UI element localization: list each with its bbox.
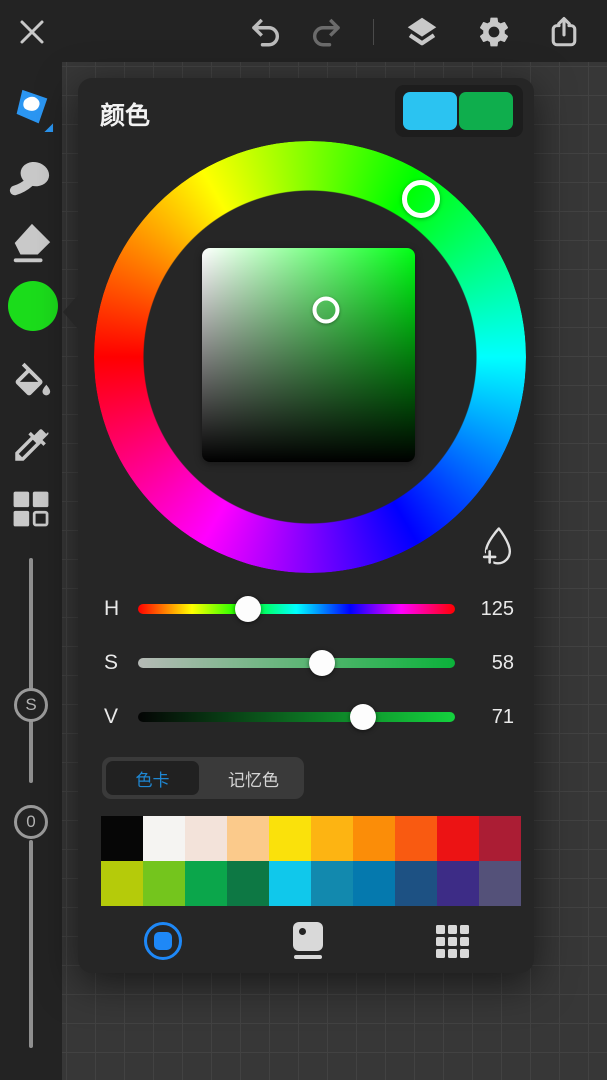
palette-swatch[interactable]: [101, 861, 143, 906]
card-mode-icon: [293, 922, 323, 960]
undo-icon: [252, 18, 279, 47]
tool-fill-bucket[interactable]: [8, 357, 54, 403]
saturation-value-square[interactable]: [202, 248, 415, 462]
share-button[interactable]: [546, 14, 582, 50]
add-color-button[interactable]: [474, 522, 520, 568]
recent-colors: [395, 85, 523, 137]
brush-icon: [16, 89, 54, 133]
layers-button[interactable]: [404, 14, 440, 50]
palette-swatch[interactable]: [185, 816, 227, 861]
tool-swatch-grid[interactable]: [8, 486, 54, 532]
redo-button[interactable]: [308, 14, 344, 50]
palette-swatch[interactable]: [311, 816, 353, 861]
tool-eyedropper[interactable]: [8, 422, 54, 468]
hsv-slider-knob[interactable]: [350, 704, 377, 730]
saturation-value-knob[interactable]: [312, 296, 340, 324]
recent-color-swatch[interactable]: [459, 92, 513, 130]
smudge-icon: [9, 161, 50, 196]
palette-swatch[interactable]: [143, 861, 185, 906]
gear-icon: [479, 17, 509, 47]
tool-current-color[interactable]: [8, 281, 58, 331]
hsv-slider-row: S 58: [98, 636, 516, 690]
mode-grid-button[interactable]: [427, 916, 477, 966]
size-slider-handle[interactable]: S: [14, 688, 48, 722]
tool-brush[interactable]: [8, 87, 54, 133]
droplet-plus-icon: [482, 527, 512, 565]
panel-pointer-arrow: [63, 295, 78, 329]
tab-inactive[interactable]: 记忆色: [207, 761, 300, 795]
tool-smudge[interactable]: [8, 154, 54, 200]
recent-color-swatch[interactable]: [403, 92, 457, 130]
hsv-slider-knob[interactable]: [308, 650, 335, 676]
hsv-slider-label: V: [104, 705, 119, 728]
eraser-icon: [13, 223, 51, 263]
hsv-slider-label: S: [104, 651, 119, 674]
opacity-slider-track[interactable]: [29, 840, 33, 1048]
fill-bucket-icon: [15, 362, 51, 396]
redo-icon: [313, 18, 340, 47]
tab-active[interactable]: 色卡: [106, 761, 199, 795]
hue-ring-knob[interactable]: [401, 179, 440, 218]
swatch-grid-icon: [13, 491, 49, 527]
palette-swatch[interactable]: [185, 861, 227, 906]
hsv-slider-value: 125: [480, 597, 514, 620]
palette-swatch[interactable]: [269, 816, 311, 861]
palette-swatch[interactable]: [143, 816, 185, 861]
tool-eraser[interactable]: [8, 221, 54, 267]
hsv-sliders: H 125 S 58 V 71: [98, 582, 516, 744]
palette-swatch[interactable]: [437, 861, 479, 906]
hsv-slider-row: H 125: [98, 582, 516, 636]
hsv-slider-track[interactable]: [138, 596, 455, 622]
undo-button[interactable]: [248, 14, 284, 50]
tool-sidebar: S 0: [0, 62, 62, 1080]
hsv-slider-value: 58: [491, 651, 514, 674]
palette-swatch[interactable]: [437, 816, 479, 861]
mode-wheel-button[interactable]: [138, 916, 188, 966]
top-toolbar: [0, 0, 607, 62]
hsv-slider-row: V 71: [98, 690, 516, 744]
palette-grid: [101, 816, 521, 906]
palette-swatch[interactable]: [227, 861, 269, 906]
palette-swatch[interactable]: [395, 861, 437, 906]
palette-tabs: 色卡 记忆色: [102, 757, 304, 799]
color-panel: 颜色 H 125 S 58 V 71 色卡 记忆色: [63, 78, 534, 973]
palette-swatch[interactable]: [479, 861, 521, 906]
hsv-slider-track[interactable]: [138, 650, 455, 676]
settings-button[interactable]: [476, 14, 512, 50]
hsv-slider-knob[interactable]: [235, 596, 262, 622]
opacity-slider-handle[interactable]: 0: [14, 805, 48, 839]
palette-swatch[interactable]: [101, 816, 143, 861]
hsv-slider-value: 71: [491, 705, 514, 728]
hsv-slider-track[interactable]: [138, 704, 455, 730]
wheel-mode-icon: [144, 922, 182, 960]
grid-mode-icon: [435, 924, 469, 958]
panel-title: 颜色: [100, 102, 151, 130]
palette-swatch[interactable]: [479, 816, 521, 861]
mode-card-button[interactable]: [283, 916, 333, 966]
share-icon: [551, 16, 577, 47]
palette-swatch[interactable]: [311, 861, 353, 906]
toolbar-divider: [373, 19, 374, 45]
eyedropper-icon: [15, 429, 49, 461]
close-button[interactable]: [14, 14, 50, 50]
hsv-slider-label: H: [104, 597, 120, 620]
palette-swatch[interactable]: [353, 816, 395, 861]
layers-icon: [407, 17, 437, 46]
size-slider-track[interactable]: [29, 558, 33, 783]
palette-swatch[interactable]: [395, 816, 437, 861]
close-icon: [20, 20, 44, 44]
palette-swatch[interactable]: [269, 861, 311, 906]
palette-swatch[interactable]: [353, 861, 395, 906]
palette-swatch[interactable]: [227, 816, 269, 861]
